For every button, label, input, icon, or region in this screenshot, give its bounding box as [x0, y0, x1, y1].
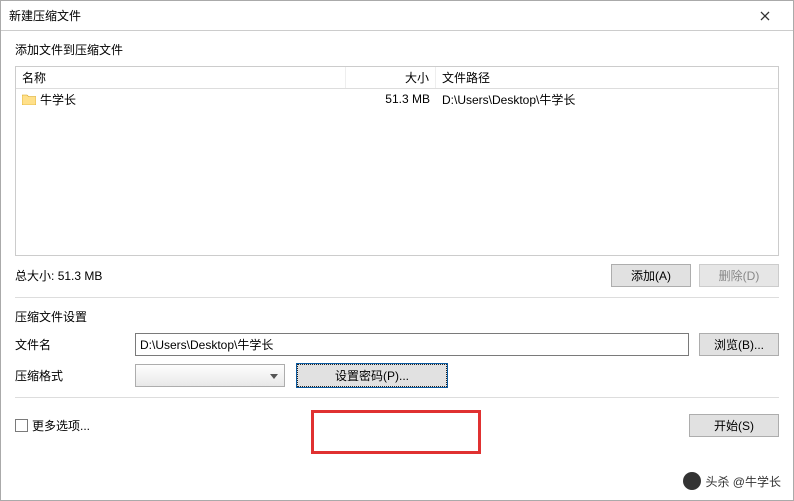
folder-icon: [22, 94, 36, 105]
watermark: 头杀 @牛学长: [679, 470, 785, 492]
format-label: 压缩格式: [15, 367, 125, 384]
divider: [15, 397, 779, 398]
dialog-body: 添加文件到压缩文件 名称 大小 文件路径 牛学长 51.3 MB D:\User…: [1, 31, 793, 500]
column-header-path[interactable]: 文件路径: [436, 67, 778, 88]
filename-label: 文件名: [15, 336, 125, 353]
watermark-text: 头杀 @牛学长: [705, 473, 781, 490]
checkbox-icon: [15, 419, 28, 432]
column-header-size[interactable]: 大小: [346, 67, 436, 88]
filename-field[interactable]: [135, 333, 689, 356]
more-options-checkbox[interactable]: 更多选项...: [15, 417, 90, 434]
add-button[interactable]: 添加(A): [611, 264, 691, 287]
set-password-button[interactable]: 设置密码(P)...: [297, 364, 447, 387]
start-button[interactable]: 开始(S): [689, 414, 779, 437]
format-row: 设置密码(P)...: [135, 364, 689, 387]
footer-row: 更多选项... 开始(S): [15, 414, 779, 437]
browse-button[interactable]: 浏览(B)...: [699, 333, 779, 356]
section-archive-settings-label: 压缩文件设置: [15, 308, 779, 325]
settings-grid: 文件名 浏览(B)... 压缩格式 设置密码(P)...: [15, 333, 779, 387]
section-add-files-label: 添加文件到压缩文件: [15, 41, 779, 58]
close-icon[interactable]: [745, 2, 785, 30]
window-title: 新建压缩文件: [9, 7, 745, 24]
divider: [15, 297, 779, 298]
dialog-window: 新建压缩文件 添加文件到压缩文件 名称 大小 文件路径 牛学长 51.3 MB …: [0, 0, 794, 501]
avatar: [683, 472, 701, 490]
titlebar: 新建压缩文件: [1, 1, 793, 31]
file-list-header: 名称 大小 文件路径: [16, 67, 778, 89]
summary-row: 总大小: 51.3 MB 添加(A) 删除(D): [15, 264, 779, 287]
file-list[interactable]: 名称 大小 文件路径 牛学长 51.3 MB D:\Users\Desktop\…: [15, 66, 779, 256]
format-combobox[interactable]: [135, 364, 285, 387]
column-header-name[interactable]: 名称: [16, 67, 346, 88]
remove-button[interactable]: 删除(D): [699, 264, 779, 287]
cell-name-text: 牛学长: [40, 91, 76, 108]
cell-path: D:\Users\Desktop\牛学长: [436, 90, 778, 109]
table-row[interactable]: 牛学长 51.3 MB D:\Users\Desktop\牛学长: [16, 89, 778, 109]
more-options-label: 更多选项...: [32, 417, 90, 434]
total-size-label: 总大小: 51.3 MB: [15, 267, 611, 284]
cell-name: 牛学长: [16, 90, 346, 109]
cell-size: 51.3 MB: [346, 91, 436, 107]
